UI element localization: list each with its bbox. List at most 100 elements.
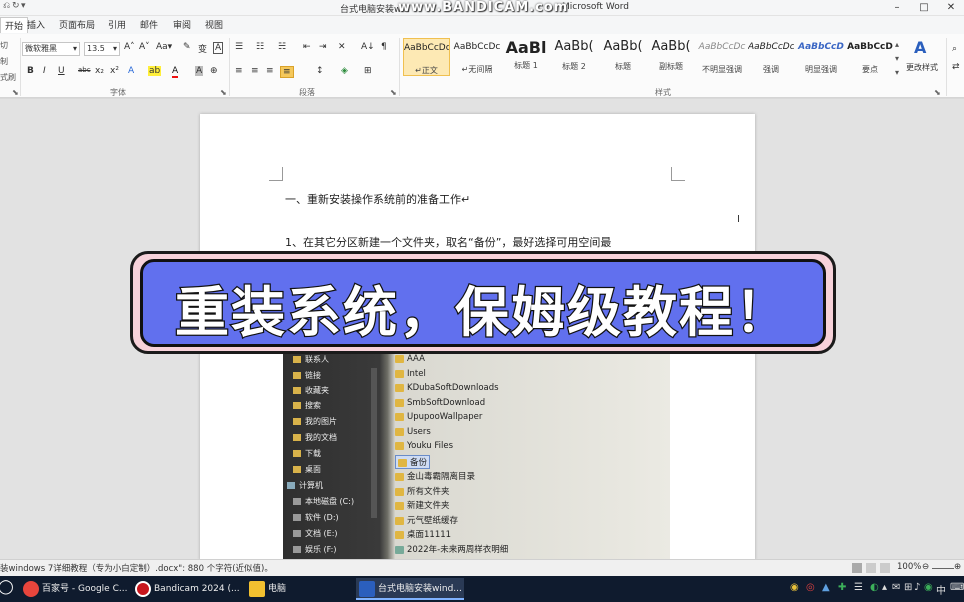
style-heading-2[interactable]: AaBb( 标题 2 (551, 38, 597, 76)
justify-button[interactable]: ≡ (280, 66, 294, 78)
tray-icon[interactable]: ◐ (870, 582, 879, 593)
decrease-indent-button[interactable]: ⇤ (303, 42, 311, 52)
align-right-button[interactable]: ≡ (266, 66, 274, 76)
taskbar-item-chrome[interactable]: 百家号 - Google C... (20, 578, 128, 600)
styles-scroll-down-icon[interactable]: ▾ (895, 54, 899, 63)
superscript-button[interactable]: x² (110, 66, 119, 76)
char-shading-button[interactable]: A (195, 66, 204, 76)
subscript-button[interactable]: x₂ (95, 66, 104, 76)
window-title-app: Microsoft Word (562, 2, 629, 12)
tree-item: 娱乐 (F:) (293, 544, 336, 555)
tab-review[interactable]: 审阅 (173, 18, 191, 31)
enclose-chars-button[interactable]: ⊕ (210, 66, 218, 76)
zoom-slider[interactable] (932, 568, 954, 569)
minimize-button[interactable]: – (884, 0, 910, 16)
title-banner-text: 重装系统，保姆级教程！ (174, 280, 791, 346)
grow-font-button[interactable]: A˄ (124, 42, 135, 52)
text-effects-button[interactable]: A (128, 66, 134, 76)
italic-button[interactable]: I (43, 66, 46, 76)
style-normal[interactable]: AaBbCcDc ↵正文 (403, 38, 450, 76)
tray-icon[interactable]: ◉ (924, 582, 933, 593)
style-subtle-emphasis[interactable]: AaBbCcDc 不明显强调 (697, 38, 747, 76)
bullets-button[interactable]: ☰ (235, 42, 243, 52)
sort-button[interactable]: A↓ (361, 42, 375, 52)
align-left-button[interactable]: ≡ (235, 66, 243, 76)
change-styles-button[interactable]: 更改样式 (906, 62, 938, 73)
tab-view[interactable]: 视图 (205, 18, 223, 31)
show-marks-button[interactable]: ¶ (381, 42, 387, 52)
input-method-indicator[interactable]: 中 (936, 582, 946, 597)
style-no-spacing[interactable]: AaBbCcDc ↵无间隔 (453, 38, 501, 76)
font-size-select[interactable]: 13.5 ▾ (84, 42, 120, 56)
file-item: 元气壁纸缓存 (395, 514, 458, 526)
style-title[interactable]: AaBb( 标题 (600, 38, 646, 76)
zoom-out-icon[interactable]: ⊖ (922, 562, 929, 572)
undo-icon[interactable]: ⎌ (3, 1, 10, 11)
line-spacing-button[interactable]: ↕ (316, 66, 324, 76)
find-icon[interactable]: ⌕ (952, 44, 957, 54)
cut-label[interactable]: 切 (0, 40, 8, 51)
tab-home[interactable]: 开始 (0, 17, 29, 33)
shading-button[interactable]: ◈ (341, 66, 348, 76)
style-intense-emphasis[interactable]: AaBbCcD 明显强调 (796, 38, 846, 76)
styles-scroll-up-icon[interactable]: ▴ (895, 40, 899, 49)
taskbar-item-word[interactable]: 台式电脑安装wind... (356, 578, 464, 600)
network-icon[interactable]: ⊞ (904, 582, 912, 593)
close-button[interactable]: ✕ (938, 0, 964, 16)
redo-icon[interactable]: ↻ (12, 1, 20, 11)
tray-icon[interactable]: ☰ (854, 582, 863, 593)
highlight-button[interactable]: ab (148, 66, 162, 76)
tray-expand-icon[interactable]: ▴ (882, 582, 887, 593)
font-color-button[interactable]: A (172, 66, 179, 78)
volume-icon[interactable]: ♪ (914, 582, 920, 593)
tray-icon[interactable]: ◉ (790, 582, 799, 593)
numbering-button[interactable]: ☷ (256, 42, 264, 52)
change-case-button[interactable]: Aa▾ (156, 42, 172, 52)
print-layout-view-icon[interactable] (852, 563, 862, 573)
tab-insert[interactable]: 插入 (27, 18, 45, 31)
taskbar-item-explorer[interactable]: 电脑 (246, 578, 350, 600)
font-name-select[interactable]: 微软雅黑 ▾ (22, 42, 80, 56)
style-emphasis[interactable]: AaBbCcDc 强调 (748, 38, 794, 76)
font-launcher-icon[interactable]: ⬊ (220, 88, 227, 97)
zoom-in-icon[interactable]: ⊕ (954, 562, 961, 572)
tray-icon[interactable]: ▲ (822, 582, 830, 593)
taskbar-item-bandicam[interactable]: Bandicam 2024 (... (132, 578, 244, 600)
align-center-button[interactable]: ≡ (251, 66, 259, 76)
format-painter-label[interactable]: 式刷 (0, 72, 16, 83)
increase-indent-button[interactable]: ⇥ (319, 42, 327, 52)
phonetic-guide-button[interactable]: 变 (198, 42, 207, 55)
maximize-button[interactable]: □ (911, 0, 937, 16)
clear-format-icon[interactable]: ✎ (183, 42, 191, 52)
tray-icon[interactable]: ◎ (806, 582, 815, 593)
change-styles-icon[interactable]: A (914, 38, 926, 57)
quick-access-dropdown-icon[interactable]: ▾ (21, 1, 26, 11)
borders-button[interactable]: ⊞ (364, 66, 372, 76)
keyboard-icon[interactable]: ⌨ (950, 582, 964, 593)
replace-icon[interactable]: ⇄ (952, 62, 960, 72)
bold-button[interactable]: B (27, 66, 34, 76)
tab-page-layout[interactable]: 页面布局 (59, 18, 95, 31)
styles-more-icon[interactable]: ▾ (895, 68, 899, 77)
shrink-font-button[interactable]: A˅ (139, 42, 150, 52)
multilevel-list-button[interactable]: ☵ (278, 42, 286, 52)
zoom-level[interactable]: 100% (897, 562, 921, 572)
chinese-layout-button[interactable]: ✕ (338, 42, 346, 52)
full-screen-view-icon[interactable] (866, 563, 876, 573)
style-heading-1[interactable]: AaBl 标题 1 (503, 38, 549, 76)
underline-button[interactable]: U (58, 66, 65, 76)
tab-mailings[interactable]: 邮件 (140, 18, 158, 31)
start-button[interactable]: ◯ (0, 579, 14, 595)
styles-launcher-icon[interactable]: ⬊ (934, 88, 941, 97)
strikethrough-button[interactable]: abc (78, 66, 91, 74)
tray-icon[interactable]: ✉ (892, 582, 900, 593)
tab-references[interactable]: 引用 (108, 18, 126, 31)
char-border-button[interactable]: A (213, 42, 224, 54)
paragraph-launcher-icon[interactable]: ⬊ (390, 88, 397, 97)
copy-label[interactable]: 制 (0, 56, 8, 67)
tray-icon[interactable]: ✚ (838, 582, 846, 593)
web-layout-view-icon[interactable] (880, 563, 890, 573)
clipboard-launcher-icon[interactable]: ⬊ (12, 88, 19, 97)
style-strong[interactable]: AaBbCcD 要点 (847, 38, 893, 76)
style-subtitle[interactable]: AaBb( 副标题 (648, 38, 694, 76)
